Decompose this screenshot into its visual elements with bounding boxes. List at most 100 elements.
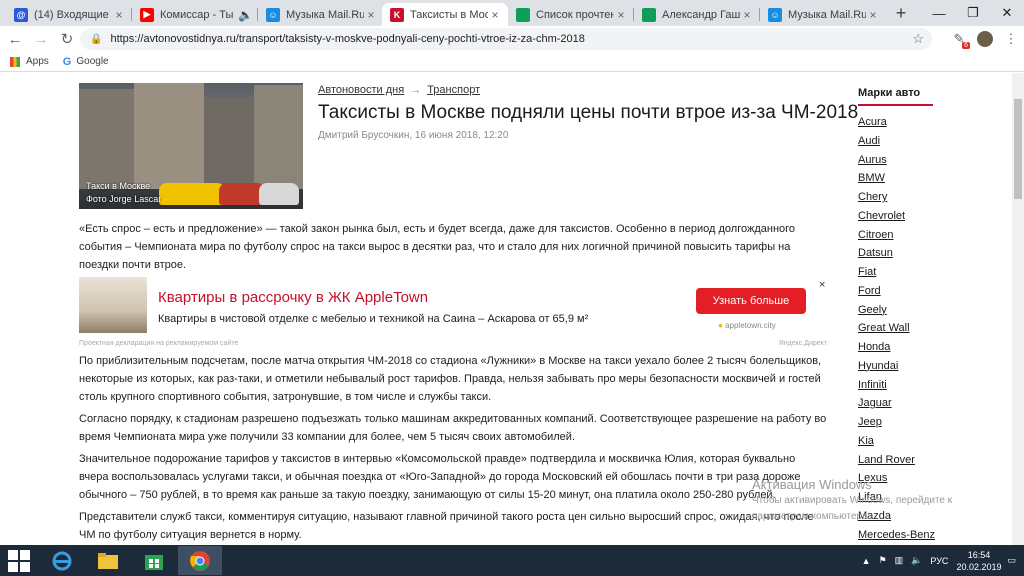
close-icon[interactable]: × xyxy=(488,8,502,22)
close-icon[interactable]: × xyxy=(112,8,126,22)
brand-link[interactable]: Honda xyxy=(858,341,935,360)
brand-link[interactable]: Acura xyxy=(858,116,935,135)
brand-link[interactable]: Mercedes-Benz xyxy=(858,529,935,546)
brand-link[interactable]: Kia xyxy=(858,435,935,454)
reload-icon[interactable]: ↻ xyxy=(56,28,78,50)
tab-title: Александр Гашин xyxy=(662,8,740,21)
maximize-icon[interactable]: ❐ xyxy=(956,0,990,26)
forward-icon[interactable]: → xyxy=(30,28,52,50)
ad-domain[interactable]: ● appletown.city xyxy=(718,321,776,330)
ad-close-button[interactable]: × xyxy=(819,279,825,291)
tab-youtube[interactable]: ▶ Комиссар - Ты 🔈 xyxy=(132,3,258,26)
ad-image[interactable] xyxy=(79,277,147,333)
ad-cta-button[interactable]: Узнать больше xyxy=(696,288,806,314)
bookmark-star-icon[interactable]: ☆ xyxy=(912,31,924,47)
language-indicator[interactable]: РУС xyxy=(930,556,948,566)
profile-icon[interactable] xyxy=(972,26,998,52)
photo-caption: Такси в Москве xyxy=(86,181,151,191)
tab-title: Список прочтений xyxy=(536,8,614,21)
extension-badge: 6 xyxy=(962,42,970,49)
sidebar-divider xyxy=(858,104,933,106)
address-bar[interactable]: 🔒 https://avtonovostidnya.ru/transport/t… xyxy=(80,28,932,50)
close-icon[interactable]: × xyxy=(614,8,628,22)
brand-link[interactable]: Geely xyxy=(858,304,935,323)
window-controls: — ❐ ✕ xyxy=(922,0,1024,26)
volume-icon[interactable]: 🔈 xyxy=(911,555,922,566)
brand-link[interactable]: Infiniti xyxy=(858,379,935,398)
minimize-icon[interactable]: — xyxy=(922,0,956,26)
speaker-icon[interactable]: 🔈 xyxy=(238,8,253,22)
bookmark-google[interactable]: G Google xyxy=(63,56,109,68)
photo-credit: Фото Jorge Lascar xyxy=(86,194,162,204)
brand-link[interactable]: Chevrolet xyxy=(858,210,935,229)
tab-taxi-article[interactable]: K Таксисты в Москве × xyxy=(382,3,508,26)
wifi-icon[interactable]: ▥ xyxy=(895,555,904,566)
extension-icon[interactable]: ✎ 6 xyxy=(946,26,972,52)
sidebar-heading: Марки авто xyxy=(858,87,921,99)
brand-link[interactable]: Datsun xyxy=(858,247,935,266)
windows-start-icon[interactable] xyxy=(8,550,30,572)
location-icon: ● xyxy=(718,321,723,330)
article-byline: Дмитрий Брусочкин, 16 июня 2018, 12:20 xyxy=(318,130,509,141)
tab-gashin[interactable]: Александр Гашин × xyxy=(634,3,760,26)
article-paragraph: Согласно порядку, к стадионам разрешено … xyxy=(79,413,827,443)
page-viewport: Такси в Москве Фото Jorge Lascar Автонов… xyxy=(0,73,1024,545)
breadcrumb: Автоновости дня → Транспорт xyxy=(318,84,481,96)
brand-link[interactable]: Ford xyxy=(858,285,935,304)
lock-icon[interactable]: 🔒 xyxy=(90,34,102,45)
tab-title: (14) Входящие - По xyxy=(34,8,112,21)
brand-link[interactable]: BMW xyxy=(858,172,935,191)
brand-link[interactable]: Citroen xyxy=(858,229,935,248)
brand-link[interactable]: Audi xyxy=(858,135,935,154)
tab-mail-inbox[interactable]: @ (14) Входящие - По × xyxy=(6,3,132,26)
ad-title[interactable]: Квартиры в рассрочку в ЖК AppleTown xyxy=(158,289,428,306)
tab-title: Таксисты в Москве xyxy=(410,8,488,21)
tab-music-mail-2[interactable]: ☺ Музыка Mail.Ru – с × xyxy=(760,3,886,26)
flag-icon[interactable]: ⚑ xyxy=(879,555,887,566)
close-icon[interactable]: × xyxy=(866,8,880,22)
close-icon[interactable]: × xyxy=(740,8,754,22)
article-title: Таксисты в Москве подняли цены почти втр… xyxy=(318,102,859,123)
youtube-icon: ▶ xyxy=(140,7,154,22)
google-icon: G xyxy=(62,55,72,68)
breadcrumb-link[interactable]: Автоновости дня xyxy=(318,84,404,96)
scrollbar-thumb[interactable] xyxy=(1014,99,1022,199)
ad-network[interactable]: Яндекс.Директ xyxy=(779,340,827,347)
windows-activation-watermark: Активация Windows Чтобы активировать Win… xyxy=(752,477,953,522)
brand-link[interactable]: Hyundai xyxy=(858,360,935,379)
article-photo[interactable]: Такси в Москве Фото Jorge Lascar xyxy=(79,83,303,209)
store-icon[interactable] xyxy=(132,546,176,575)
ad-block[interactable]: Квартиры в рассрочку в ЖК AppleTown Квар… xyxy=(79,277,827,347)
sheets-icon xyxy=(516,7,530,22)
close-window-icon[interactable]: ✕ xyxy=(990,0,1024,26)
file-explorer-icon[interactable] xyxy=(86,546,130,575)
network-icon[interactable]: ▲ xyxy=(862,556,871,566)
mail-icon: ☺ xyxy=(266,7,280,22)
clock[interactable]: 16:54 20.02.2019 xyxy=(956,549,1001,573)
apps-icon xyxy=(10,56,20,67)
brand-link[interactable]: Chery xyxy=(858,191,935,210)
bookmark-apps[interactable]: Apps xyxy=(10,56,49,67)
breadcrumb-link[interactable]: Транспорт xyxy=(427,84,480,96)
brand-link[interactable]: Jaguar xyxy=(858,397,935,416)
brand-link[interactable]: Jeep xyxy=(858,416,935,435)
chrome-icon[interactable] xyxy=(178,546,222,575)
tab-music-mail[interactable]: ☺ Музыка Mail.Ru – с × xyxy=(258,3,384,26)
avatar xyxy=(977,31,993,47)
brand-link[interactable]: Land Rover xyxy=(858,454,935,473)
page-scrollbar[interactable] xyxy=(1012,73,1024,545)
url-text[interactable]: https://avtonovostidnya.ru/transport/tak… xyxy=(110,33,584,45)
internet-explorer-icon[interactable] xyxy=(40,546,84,575)
menu-icon[interactable]: ⋮ xyxy=(998,26,1024,52)
tab-reading-list[interactable]: Список прочтений × xyxy=(508,3,634,26)
close-icon[interactable]: × xyxy=(364,8,378,22)
sheets-icon xyxy=(642,7,656,22)
new-tab-button[interactable]: + xyxy=(891,3,911,23)
site-icon: K xyxy=(390,7,404,22)
back-icon[interactable]: ← xyxy=(4,28,26,50)
ad-text: Квартиры в чистовой отделке с мебелью и … xyxy=(158,313,589,325)
brand-link[interactable]: Great Wall xyxy=(858,322,935,341)
notifications-icon[interactable]: ▭ xyxy=(1007,555,1016,566)
brand-link[interactable]: Fiat xyxy=(858,266,935,285)
brand-link[interactable]: Aurus xyxy=(858,154,935,173)
